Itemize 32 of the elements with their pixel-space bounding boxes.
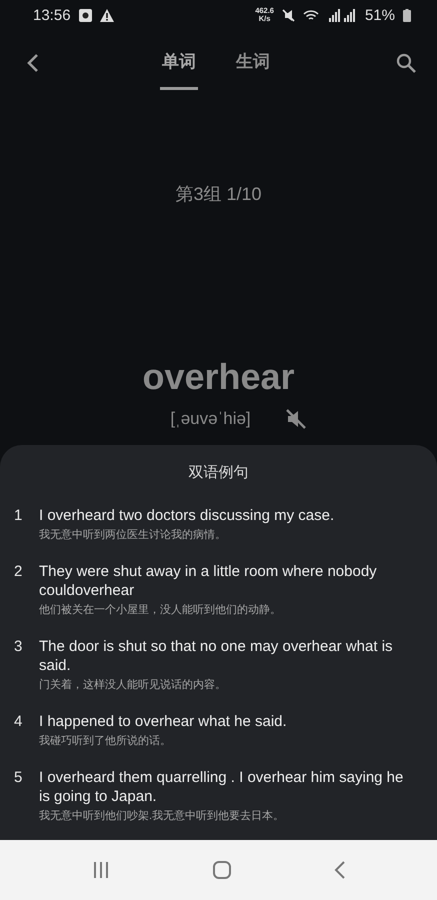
clock: 13:56 [33,6,71,24]
sheet-title: 双语例句 [188,463,248,482]
example-translation: 我碰巧听到了他所说的话。 [39,734,172,749]
example-number: 3 [14,637,24,657]
example-number: 4 [14,712,24,732]
example-sentence: The door is shut so that no one may overhear what is said. [39,637,394,675]
example-translation: 门关着，这样没人能听见说话的内容。 [39,678,227,693]
notification-icon [78,8,92,22]
battery-level: 51% [364,6,395,24]
search-icon[interactable] [395,52,417,74]
tab[interactable]: 单词 [160,46,198,90]
example-sentence: They were shut away in a little room where nobody couldoverhear [39,562,378,600]
example-number: 5 [14,768,24,788]
example-translation: 我无意中听到两位医生讨论我的病情。 [39,528,227,543]
example-sentence: I overheard two doctors discussing my case. [39,506,336,525]
mute-icon [282,8,295,22]
battery-icon [403,8,411,22]
signal-icon [326,8,357,22]
wifi-icon [302,8,319,22]
example-number: 2 [14,562,24,582]
example-sentence: I happened to overhear what he said. [39,712,288,731]
back-icon[interactable] [332,860,346,880]
home-icon[interactable] [212,860,232,880]
mute-icon[interactable] [284,408,307,430]
example-translation: 他们被关在一个小屋里，没人能听到他们的动静。 [39,602,282,618]
phonetic: [ˌəuvəˈhiə] [170,409,251,429]
warning-icon [100,8,114,22]
example-sentence: I overheard them quarrelling . I overhear him saying he is going to Japan. [39,768,404,806]
example-translation: 我无意中听到他们吵架.我无意中听到他要去日本。 [39,808,286,824]
example-number: 1 [14,506,24,526]
word: overhear [142,356,295,398]
tab[interactable]: 生词 [234,46,272,90]
